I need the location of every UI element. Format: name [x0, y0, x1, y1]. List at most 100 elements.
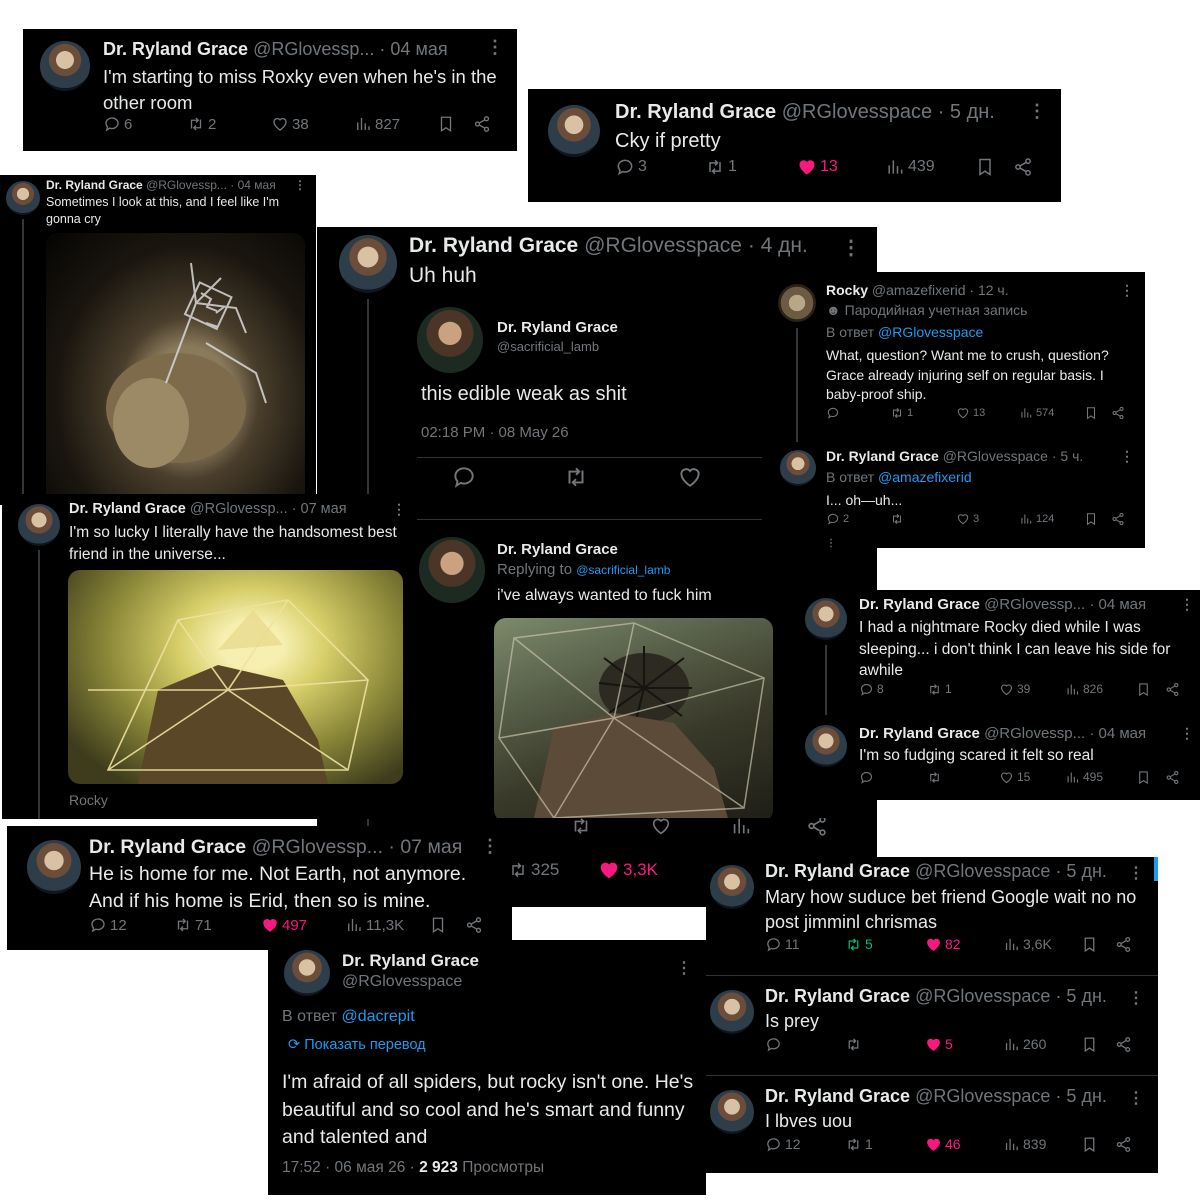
more-icon[interactable]: ⋮	[486, 37, 504, 58]
author-handle[interactable]: @RGlovessp...	[146, 178, 227, 192]
avatar[interactable]	[805, 598, 847, 640]
avatar[interactable]	[710, 990, 754, 1034]
reply-button[interactable]: 3	[615, 157, 647, 177]
share-button[interactable]	[806, 818, 828, 837]
bookmark-button[interactable]	[1081, 1136, 1098, 1153]
reply-to-handle[interactable]: @dacrepit	[341, 1008, 414, 1025]
avatar[interactable]	[548, 105, 600, 157]
author-handle[interactable]: @RGlovesspace	[782, 101, 932, 123]
avatar[interactable]	[710, 1090, 754, 1134]
views-button[interactable]: 124	[1019, 512, 1054, 526]
like-button[interactable]: 38	[271, 115, 309, 133]
like-button[interactable]: 46	[925, 1136, 961, 1153]
share-button[interactable]	[1115, 936, 1132, 953]
repost-button[interactable]: 1	[705, 157, 737, 177]
like-button[interactable]: 13	[797, 157, 838, 177]
quoted-reply-button[interactable]	[451, 464, 477, 490]
reply-button[interactable]: 12	[765, 1136, 801, 1153]
bookmark-button[interactable]	[1136, 770, 1151, 785]
more-options-icon[interactable]: ⋮	[826, 538, 836, 548]
more-icon[interactable]: ⋮	[1128, 988, 1144, 1008]
more-icon[interactable]: ⋮	[392, 501, 406, 518]
repost-button[interactable]: 1	[845, 1136, 873, 1153]
more-icon[interactable]: ⋮	[294, 178, 306, 192]
author-handle[interactable]: @RGlovesspace	[943, 448, 1048, 464]
avatar[interactable]	[27, 840, 81, 894]
repost-button[interactable]: 5	[845, 936, 873, 953]
views-button[interactable]: 839	[1003, 1136, 1046, 1153]
views-button[interactable]	[730, 818, 752, 837]
share-button[interactable]	[1115, 1036, 1132, 1053]
author-handle[interactable]: @amazefixerid	[872, 282, 966, 298]
tweet-time[interactable]: · 5 дн.	[1055, 1086, 1106, 1106]
bookmark-button[interactable]	[1084, 406, 1098, 420]
author-handle[interactable]: @RGlovessp...	[253, 39, 374, 59]
like-button[interactable]: 5	[925, 1036, 953, 1053]
more-icon[interactable]: ⋮	[481, 836, 499, 857]
quoted-repost-button[interactable]	[563, 464, 589, 490]
author-name[interactable]: Dr. Ryland Grace	[859, 596, 980, 613]
more-icon[interactable]: ⋮	[1180, 725, 1194, 742]
bookmark-button[interactable]	[437, 115, 455, 133]
repost-button[interactable]: 71	[174, 916, 212, 934]
more-icon[interactable]: ⋮	[1120, 448, 1134, 465]
views-button[interactable]: 260	[1003, 1036, 1046, 1053]
avatar[interactable]	[6, 181, 40, 215]
author-name[interactable]: Dr. Ryland Grace	[765, 861, 910, 881]
author-name[interactable]: Rocky	[826, 282, 868, 298]
tweet-time[interactable]: · 04 мая	[1089, 725, 1146, 742]
tweet-time[interactable]: · 5 дн.	[1055, 861, 1106, 881]
more-icon[interactable]: ⋮	[1120, 282, 1134, 299]
bookmark-button[interactable]	[1081, 1036, 1098, 1053]
author-name[interactable]: Dr. Ryland Grace	[69, 501, 186, 517]
reply-to-handle[interactable]: @amazefixerid	[878, 469, 972, 485]
reply-image[interactable]	[494, 618, 773, 822]
repost-button[interactable]: 1	[927, 682, 952, 697]
share-button[interactable]	[1013, 157, 1033, 177]
author-handle[interactable]: @RGlovesspace	[915, 861, 1050, 881]
tweet-time[interactable]: · 04 мая	[379, 39, 447, 59]
quoted-author-handle[interactable]: @sacrificial_lamb	[497, 339, 599, 354]
like-button[interactable]: 15	[999, 770, 1030, 785]
author-name[interactable]: Dr. Ryland Grace	[615, 101, 776, 123]
quoted-avatar[interactable]	[417, 307, 483, 373]
more-icon[interactable]: ⋮	[1128, 863, 1144, 883]
tweet-time[interactable]: · 5 дн.	[938, 101, 995, 123]
author-handle[interactable]: @RGlovessp...	[190, 501, 288, 517]
share-button[interactable]	[473, 115, 491, 133]
like-button[interactable]: 3	[956, 512, 979, 526]
reply-button[interactable]	[859, 770, 874, 785]
reply-button[interactable]	[826, 406, 840, 420]
author-name[interactable]: Dr. Ryland Grace	[765, 1086, 910, 1106]
bookmark-button[interactable]	[975, 157, 995, 177]
replying-to-handle[interactable]: @sacrificial_lamb	[576, 563, 670, 577]
tweet-time[interactable]: · 07 мая	[388, 836, 462, 858]
repost-button[interactable]	[927, 770, 942, 785]
views-button[interactable]: 495	[1065, 770, 1103, 785]
author-name[interactable]: Dr. Ryland Grace	[342, 951, 479, 971]
author-name[interactable]: Dr. Ryland Grace	[859, 725, 980, 742]
avatar[interactable]	[339, 235, 397, 293]
author-name[interactable]: Dr. Ryland Grace	[409, 234, 578, 257]
like-button[interactable]: 3,3K	[598, 859, 658, 881]
reply-button[interactable]: 2	[826, 512, 849, 526]
author-handle[interactable]: @RGlovessp...	[252, 836, 383, 858]
views-button[interactable]: 11,3K	[345, 916, 404, 934]
share-button[interactable]	[465, 916, 483, 934]
repost-button[interactable]: 1	[890, 406, 913, 420]
author-handle[interactable]: @RGlovesspace	[342, 973, 462, 991]
tweet-time[interactable]: · 5 ч.	[1052, 448, 1083, 464]
reply-button[interactable]: 6	[103, 115, 132, 133]
repost-button[interactable]: 325	[508, 860, 559, 880]
author-handle[interactable]: @RGlovesspace	[915, 986, 1050, 1006]
like-button[interactable]	[650, 818, 672, 837]
repost-button[interactable]	[890, 512, 904, 526]
author-handle[interactable]: @RGlovesspace	[915, 1086, 1050, 1106]
quoted-like-button[interactable]	[677, 464, 703, 490]
more-icon[interactable]: ⋮	[676, 958, 692, 978]
more-icon[interactable]: ⋮	[841, 235, 861, 260]
views-button[interactable]: 439	[885, 157, 935, 177]
avatar[interactable]	[40, 41, 90, 91]
share-button[interactable]	[1165, 682, 1180, 697]
bookmark-button[interactable]	[1081, 936, 1098, 953]
